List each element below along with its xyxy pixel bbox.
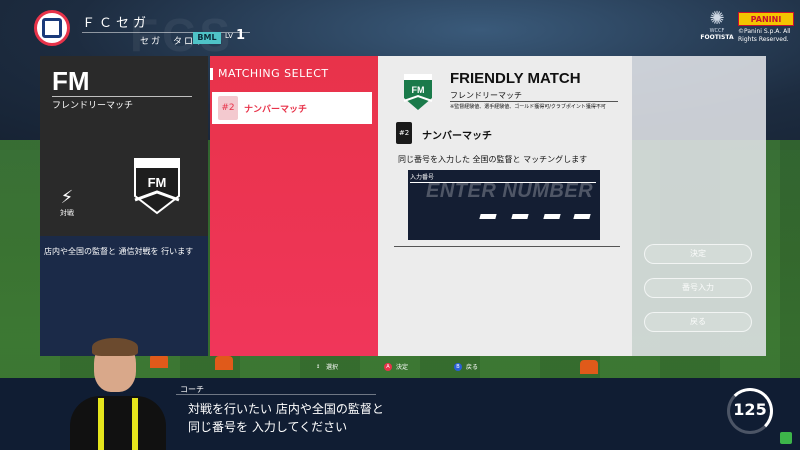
dialog-line: 同じ番号を 入力してください [188,420,348,434]
hint-label: 戻る [466,364,479,371]
hint-select: ↕ 選択 [314,362,339,372]
dialog-text: 対戦を行いたい 店内や全国の監督と 同じ番号を 入力してください [188,400,384,436]
club-emblem-icon [34,10,70,46]
title-divider [450,101,618,102]
hint-confirm: A 決定 [384,362,408,371]
matching-select-panel: MATCHING SELECT #2 ナンバーマッチ [210,56,378,356]
mode-code-underline [52,96,192,97]
fm-shield-icon: FM [134,158,180,215]
hint-back: B 戻る [454,362,478,371]
enter-number-button[interactable]: 番号入力 [644,278,752,298]
dialog-line: 対戦を行いたい 店内や全国の監督と [188,402,384,416]
rank-badge: BML [193,32,221,44]
wccf-footista-logo: ✺ WCCF FOOTISTA [700,8,734,42]
number-input-field[interactable]: 入力番号 ENTER NUMBER [408,170,600,240]
level-label: LV [225,32,233,40]
selected-mode-label: ナンバーマッチ [422,131,492,142]
reward-note: ※監督経験値、選手経験値、ゴールド獲得可/クラブポイント獲得不可 [450,104,606,110]
match-detail-panel: FM FRIENDLY MATCH フレンドリーマッチ ※監督経験値、選手経験値… [378,56,632,356]
digit-slot [479,214,497,219]
countdown-timer-value: 125 [733,400,767,419]
mode-subtitle: フレンドリーマッチ [52,101,134,111]
speaker-divider [176,394,376,395]
action-panel: 決定 番号入力 戻る [632,56,766,356]
match-title: FRIENDLY MATCH [450,70,581,87]
friendly-match-logo-icon: FM [403,74,433,110]
footista-text: FOOTISTA [700,34,734,41]
mode-description: 店内や全国の監督と 通信対戦を 行います [44,247,194,256]
number-match-icon: #2 [396,122,412,144]
wccf-star-icon: ✺ [709,8,725,29]
dpad-icon: ↕ [315,363,321,370]
mode-summary-card: FM フレンドリーマッチ FM ⚡ 対戦 店内や全国の監督と 通信対戦を 行いま… [40,56,208,356]
matching-select-title: MATCHING SELECT [218,67,329,80]
club-name: ＦＣセガ [82,16,151,31]
versus-indicator: ⚡ 対戦 [50,188,84,218]
title-accent-bar [210,68,213,80]
number-match-icon: #2 [218,96,238,120]
a-button-icon: A [384,362,392,371]
detail-divider [394,246,620,247]
b-button-icon: B [454,362,462,371]
match-subtitle: フレンドリーマッチ [450,91,522,100]
network-status-icon [780,432,792,444]
menu-item-label: ナンバーマッチ [244,104,308,115]
digit-slot [543,214,561,219]
training-cone [215,356,233,370]
digit-slot [573,214,591,219]
copyright-text: ©Panini S.p.A. All Rights Reserved. [738,28,791,43]
coach-portrait [70,338,166,450]
level-value: 1 [236,28,246,43]
mode-code: FM [52,66,90,96]
mode-description: 同じ番号を入力した 全国の監督と マッチングします [398,155,588,164]
logo-code: FM [412,85,425,95]
digit-slot [511,214,529,219]
training-cone [580,360,598,374]
hint-label: 選択 [326,364,339,371]
input-placeholder: ENTER NUMBER [426,180,594,202]
hint-label: 決定 [396,364,409,371]
versus-icon: ⚡ [60,187,74,208]
back-button[interactable]: 戻る [644,312,752,332]
shield-code: FM [148,175,167,190]
versus-label: 対戦 [60,209,74,217]
panini-logo: PANINI [738,12,794,26]
menu-item-number-match[interactable]: #2 ナンバーマッチ [212,92,372,124]
confirm-button[interactable]: 決定 [644,244,752,264]
